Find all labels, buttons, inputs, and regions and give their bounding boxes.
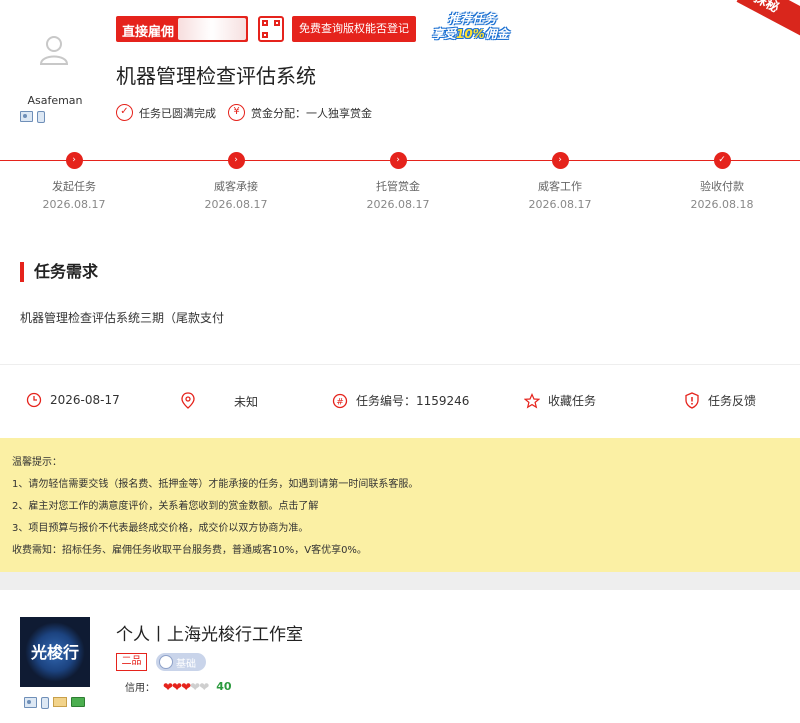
yen-circle-icon: ¥ — [228, 104, 245, 121]
task-number: # 任务编号：1159246 — [332, 392, 469, 409]
step-date: 2026.08.17 — [42, 198, 106, 211]
rank-badge: 二品 — [116, 653, 147, 671]
divider — [0, 364, 800, 365]
direct-hire-label: 直接雇佣 — [122, 25, 175, 40]
blurred-content — [178, 18, 246, 40]
location-pin-icon — [181, 392, 195, 409]
level-badge: 基础 — [156, 653, 206, 671]
level-label: 基础 — [176, 658, 196, 670]
task-number-value: 任务编号：1159246 — [356, 394, 470, 408]
copyright-query-button[interactable]: 免费查询版权能否登记 — [292, 16, 416, 42]
requirement-heading: 任务需求 — [20, 262, 98, 282]
task-detail-page: Asafeman 直接雇佣 免费查询版权能否登记 推荐任务 享受10%佣金 抹秘… — [0, 0, 800, 723]
tips-line: 3、项目预算与报价不代表最终成交价格，成交价以双方协商为准。 — [12, 523, 309, 534]
star-icon — [524, 392, 540, 408]
credit-rating: 信用： ❤❤❤❤❤ 40 — [125, 679, 232, 695]
provider-logo[interactable]: 光梭行 — [20, 617, 90, 687]
step-label: 威客承接 — [214, 180, 258, 193]
phone-verified-icon — [41, 697, 49, 709]
step-date: 2026.08.17 — [204, 198, 268, 211]
hash-icon: # — [332, 393, 348, 408]
id-card-icon — [20, 111, 33, 122]
credit-label: 信用： — [125, 683, 155, 694]
chevron-right-icon: › — [389, 152, 407, 169]
favorite-task-button[interactable]: 收藏任务 — [524, 392, 596, 409]
step-date: 2026.08.17 — [528, 198, 592, 211]
shield-alert-icon — [685, 392, 699, 409]
tips-panel: 温馨提示： 1、请勿轻信需要交钱（报名费、抵押金等）才能承接的任务，如遇到请第一… — [0, 438, 800, 572]
tips-heading: 温馨提示： — [12, 457, 62, 468]
corner-ribbon: 抹秘 — [730, 0, 800, 40]
employer-verification-icons — [20, 111, 45, 123]
step-label: 验收付款 — [700, 180, 744, 193]
progress-step: › 威客工作 2026.08.17 — [510, 152, 610, 211]
tips-line: 1、请勿轻信需要交钱（报名费、抵押金等）才能承接的任务，如遇到请第一时间联系客服… — [12, 479, 419, 490]
progress-step: › 威客承接 2026.08.17 — [186, 152, 286, 211]
publish-date-value: 2026-08-17 — [50, 393, 120, 407]
chevron-right-icon: › — [551, 152, 569, 169]
direct-hire-tag: 直接雇佣 — [116, 16, 248, 42]
requirement-text: 机器管理检查评估系统三期（尾款支付 — [20, 311, 225, 325]
task-status: 任务已圆满完成 — [139, 106, 216, 120]
id-card-icon — [24, 697, 37, 708]
promo-line2: 享受10%佣金 — [432, 27, 509, 41]
employer-avatar[interactable] — [18, 30, 90, 74]
section-separator — [0, 572, 800, 590]
step-label: 托管赏金 — [376, 180, 420, 193]
publish-date: 2026-08-17 — [26, 392, 120, 408]
task-location: 未知 — [180, 392, 258, 410]
heart-rating-icon: ❤❤❤❤❤ — [163, 679, 209, 694]
step-label: 威客工作 — [538, 180, 582, 193]
phone-verified-icon — [37, 111, 45, 123]
check-icon: ✓ — [713, 152, 731, 169]
task-title: 机器管理检查评估系统 — [116, 64, 316, 88]
tips-line[interactable]: 2、雇主对您工作的满意度评价，关系着您收到的赏金数额。点击了解 — [12, 496, 788, 518]
email-verified-icon — [53, 697, 67, 707]
progress-step: › 托管赏金 2026.08.17 — [348, 152, 448, 211]
task-feedback-button[interactable]: 任务反馈 — [684, 392, 756, 409]
corner-ribbon-label: 抹秘 — [736, 0, 800, 40]
task-location-value: 未知 — [234, 394, 259, 409]
promo-banner[interactable]: 推荐任务 享受10%佣金 — [428, 8, 534, 44]
qr-code-icon[interactable] — [258, 16, 284, 42]
task-meta: ✓ 任务已圆满完成 ¥ 赏金分配：一人独享赏金 — [116, 104, 372, 121]
task-feedback-label: 任务反馈 — [708, 394, 757, 408]
chevron-right-icon: › — [227, 152, 245, 169]
step-date: 2026.08.18 — [690, 198, 754, 211]
check-circle-icon: ✓ — [116, 104, 133, 121]
employer-name[interactable]: Asafeman — [20, 94, 90, 107]
reward-distribution: 赏金分配：一人独享赏金 — [251, 106, 372, 120]
task-progress: › 发起任务 2026.08.17 › 威客承接 2026.08.17 › 托管… — [0, 152, 800, 220]
user-icon — [39, 36, 69, 65]
svg-text:#: # — [336, 397, 344, 407]
chevron-right-icon: › — [65, 152, 83, 169]
credit-score: 40 — [216, 680, 232, 693]
step-date: 2026.08.17 — [366, 198, 430, 211]
provider-logo-text: 光梭行 — [30, 643, 79, 662]
provider-verification-icons — [24, 697, 85, 709]
favorite-task-label: 收藏任务 — [548, 394, 597, 408]
task-info-row: 2026-08-17 未知 # 任务编号：1159246 收藏任务 任务反馈 — [0, 378, 800, 424]
task-header: Asafeman 直接雇佣 免费查询版权能否登记 推荐任务 享受10%佣金 抹秘… — [0, 0, 800, 160]
bank-card-icon — [71, 697, 85, 707]
progress-step: › 发起任务 2026.08.17 — [24, 152, 124, 211]
level-icon — [159, 655, 173, 669]
provider-name[interactable]: 个人丨上海光梭行工作室 — [116, 620, 303, 645]
progress-step: ✓ 验收付款 2026.08.18 — [672, 152, 772, 211]
clock-icon — [26, 392, 42, 408]
tips-line: 收费需知：招标任务、雇佣任务收取平台服务费，普通威客10%，V客优享0%。 — [12, 545, 367, 556]
step-label: 发起任务 — [52, 180, 96, 193]
